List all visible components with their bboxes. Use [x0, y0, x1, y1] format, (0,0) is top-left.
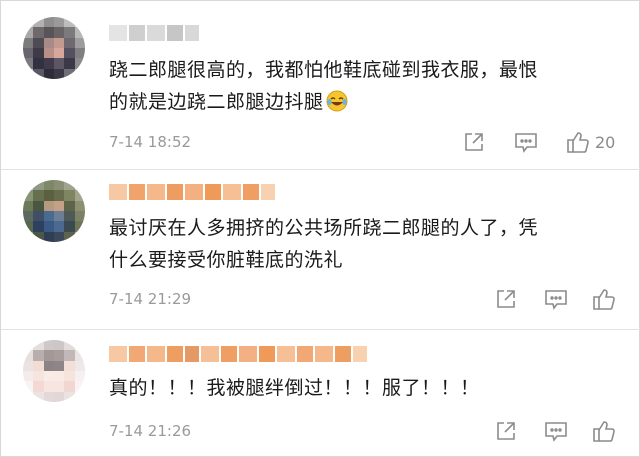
comment-time: 7-14 18:52 [109, 133, 192, 151]
comment-list: 跷二郎腿很高的，我都怕他鞋底碰到我衣服，最恨 的就是边跷二郎腿边抖腿 7-14 … [0, 0, 640, 457]
like-icon[interactable] [591, 418, 617, 444]
share-icon[interactable] [493, 286, 519, 312]
comment-item: 跷二郎腿很高的，我都怕他鞋底碰到我衣服，最恨 的就是边跷二郎腿边抖腿 7-14 … [1, 1, 640, 169]
username-blurred[interactable] [109, 182, 275, 202]
comment-time: 7-14 21:26 [109, 422, 192, 440]
comment-icon[interactable] [543, 286, 569, 312]
avatar[interactable] [23, 17, 85, 79]
username-blurred[interactable] [109, 23, 199, 43]
comment-item: 最讨厌在人多拥挤的公共场所跷二郎腿的人了，凭 什么要接受你脏鞋底的洗礼 7-14… [1, 170, 640, 330]
avatar[interactable] [23, 340, 85, 402]
share-icon[interactable] [461, 129, 487, 155]
comment-item: 真的！！！我被腿绊倒过！！！服了！！！ 7-14 21:26 [1, 330, 640, 457]
share-icon[interactable] [493, 418, 519, 444]
comment-text: 真的！！！我被腿绊倒过！！！服了！！！ [109, 377, 480, 399]
comment-text: 最讨厌在人多拥挤的公共场所跷二郎腿的人了，凭 什么要接受你脏鞋底的洗礼 [109, 217, 539, 271]
comment-actions [493, 286, 617, 312]
like-icon[interactable] [591, 286, 617, 312]
avatar[interactable] [23, 180, 85, 242]
comment-text: 跷二郎腿很高的，我都怕他鞋底碰到我衣服，最恨 的就是边跷二郎腿边抖腿 [109, 59, 539, 113]
comment-actions: 20 [461, 129, 615, 155]
comment-icon[interactable] [543, 418, 569, 444]
comment-icon[interactable] [513, 129, 539, 155]
like-icon[interactable] [565, 129, 591, 155]
username-blurred[interactable] [109, 344, 367, 364]
laughing-crying-emoji-icon [326, 90, 348, 112]
like-count: 20 [595, 132, 616, 152]
comment-actions [493, 418, 617, 444]
comment-time: 7-14 21:29 [109, 290, 192, 308]
